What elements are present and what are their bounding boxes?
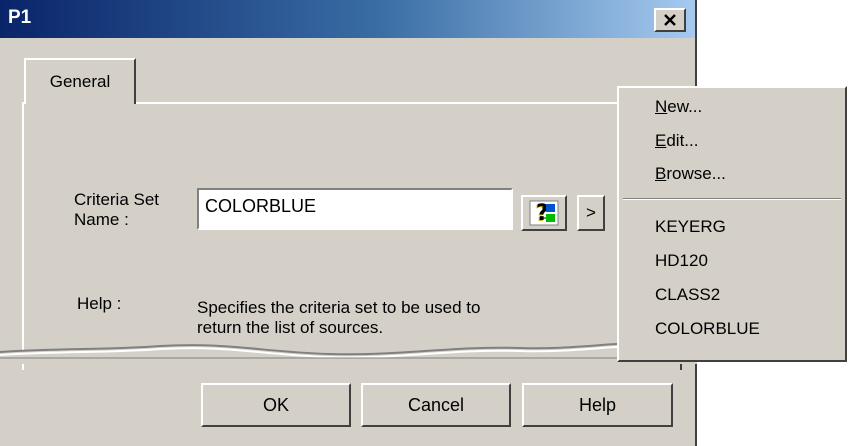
menu-item-new[interactable]: New... [655, 94, 702, 120]
menu-item-browse-label: rowse... [666, 164, 726, 183]
menu-item-edit[interactable]: Edit... [655, 128, 698, 154]
criteria-set-label-line2: Name : [74, 210, 129, 229]
menu-item-colorblue[interactable]: COLORBLUE [655, 316, 760, 342]
criteria-set-name-input[interactable]: COLORBLUE [197, 188, 513, 230]
menu-item-new-label: ew... [667, 97, 703, 116]
dialog-window: P1 General Criteria Set Name : COLORBLUE… [0, 0, 697, 446]
window-title: P1 [8, 7, 32, 28]
tab-general[interactable]: General [24, 58, 136, 104]
menu-item-hd120[interactable]: HD120 [655, 248, 708, 274]
tab-general-label: General [49, 72, 111, 91]
menu-item-class2[interactable]: CLASS2 [655, 282, 720, 308]
help-button[interactable]: Help [522, 383, 673, 427]
torn-edge [0, 340, 697, 364]
browse-arrow-button[interactable]: > [577, 195, 605, 231]
arrow-right-icon: > [586, 203, 596, 222]
help-label: Help : [77, 294, 122, 313]
ok-button[interactable]: OK [201, 383, 351, 427]
context-menu: New... Edit... Browse... KEYERG HD120 CL… [617, 86, 847, 362]
menu-item-edit-accel: E [655, 131, 667, 150]
query-help-icon: ? ? [529, 200, 559, 226]
query-button[interactable]: ? ? [521, 195, 567, 231]
criteria-set-label: Criteria Set Name : [74, 190, 159, 230]
help-text-line1: Specifies the criteria set to be used to [197, 298, 481, 317]
menu-separator [623, 198, 841, 200]
close-button[interactable] [654, 8, 686, 32]
menu-item-new-accel: N [655, 97, 668, 116]
close-icon [664, 14, 676, 26]
criteria-set-label-line1: Criteria Set [74, 190, 160, 209]
cancel-button[interactable]: Cancel [361, 383, 511, 427]
menu-item-browse-accel: B [655, 164, 667, 183]
title-bar: P1 [0, 0, 695, 38]
menu-item-keyerg[interactable]: KEYERG [655, 214, 726, 240]
menu-item-browse[interactable]: Browse... [655, 161, 726, 187]
menu-item-edit-label: dit... [666, 131, 699, 150]
